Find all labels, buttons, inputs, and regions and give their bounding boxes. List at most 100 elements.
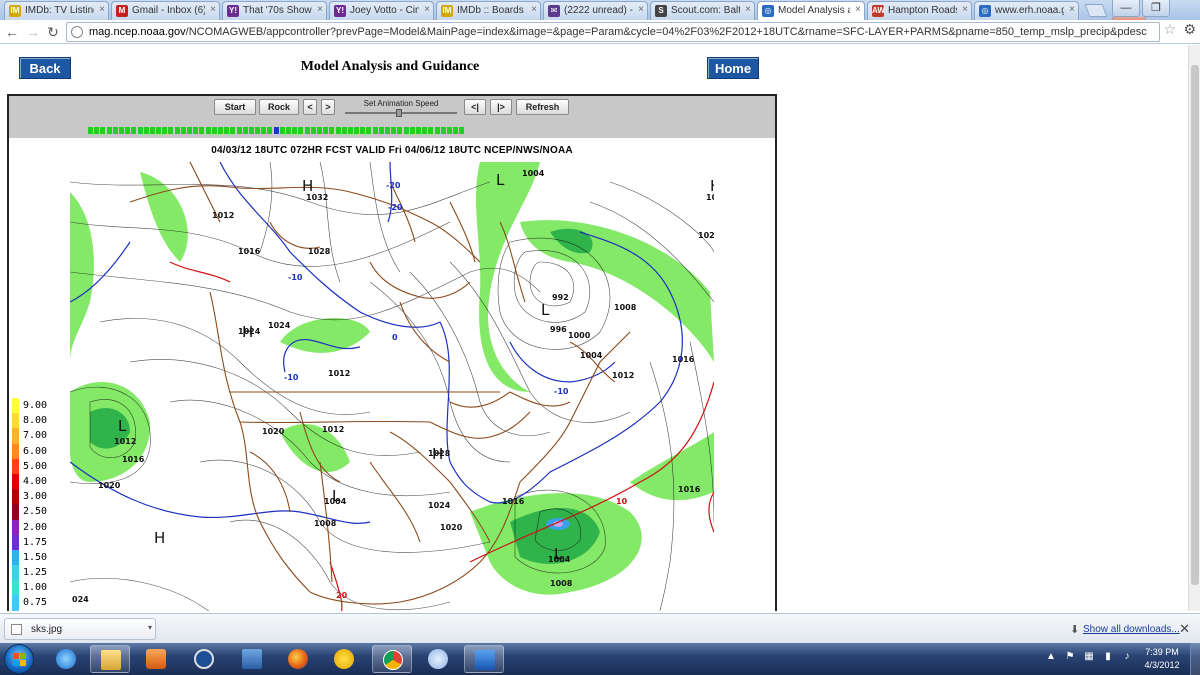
taskbar-explorer[interactable] [90,645,130,673]
frame-indicator[interactable] [273,127,279,134]
new-tab-button[interactable] [1084,4,1108,17]
wrench-menu-icon[interactable]: ⚙ [1183,21,1196,38]
back-button[interactable]: Back [19,57,71,79]
frame-indicator[interactable] [440,127,446,134]
frame-indicator[interactable] [224,127,230,134]
frame-indicator[interactable] [205,127,211,134]
frame-indicator[interactable] [156,127,162,134]
tab-close-icon[interactable]: × [424,4,430,15]
tab-close-icon[interactable]: × [531,4,537,15]
taskbar-paint[interactable] [418,645,458,673]
flag-icon[interactable]: ⚑ [1063,651,1077,665]
network-icon[interactable]: ▦ [1082,651,1096,665]
browser-tab[interactable]: IM IMDb: TV Listings × [4,1,109,20]
frame-indicator[interactable] [286,127,291,134]
taskbar-hp[interactable] [184,645,224,673]
animation-speed-slider[interactable]: Set Animation Speed [345,99,457,117]
frame-indicator[interactable] [174,127,180,134]
browser-tab[interactable]: S Scout.com: Baltim × [650,1,755,20]
taskbar-clock[interactable]: 7:39 PM 4/3/2012 [1138,646,1186,672]
frame-indicator[interactable] [279,127,285,134]
frame-indicator[interactable] [391,127,397,134]
frame-indicator[interactable] [292,127,298,134]
browser-tab[interactable]: Y! That '70s Show' × [222,1,327,20]
refresh-button[interactable]: Refresh [516,99,569,115]
browser-tab[interactable]: M Gmail - Inbox (6) × [111,1,220,20]
frame-indicator[interactable] [162,127,168,134]
frame-indicator[interactable] [428,127,434,134]
tab-close-icon[interactable]: × [99,4,105,15]
frame-indicator[interactable] [193,127,199,134]
frame-indicator[interactable] [341,127,347,134]
address-bar[interactable]: mag.ncep.noaa.gov/NCOMAGWEB/appcontrolle… [66,22,1160,42]
taskbar-chrome[interactable] [372,645,412,673]
last-frame-button[interactable]: |> [490,99,512,115]
browser-tab[interactable]: ◎ Model Analysis ar × [757,1,865,21]
frame-indicator[interactable] [323,127,329,134]
download-item[interactable]: sks.jpg ▾ [4,618,156,640]
frame-indicator[interactable] [298,127,304,134]
frame-indicator[interactable] [366,127,372,134]
tab-close-icon[interactable]: × [638,4,644,15]
frame-indicator[interactable] [267,127,273,134]
frame-indicator[interactable] [459,127,465,134]
frame-indicator[interactable] [378,127,384,134]
frame-indicator[interactable] [94,127,100,134]
close-icon[interactable]: ✕ [1179,621,1190,637]
maximize-button[interactable]: ❐ [1142,0,1170,17]
speed-knob[interactable] [396,109,402,117]
frame-indicator[interactable] [230,127,236,134]
next-frame-button[interactable]: > [321,99,335,115]
taskbar-aim[interactable] [324,645,364,673]
frame-indicator[interactable] [248,127,254,134]
frame-indicator[interactable] [434,127,440,134]
frame-indicator[interactable] [329,127,335,134]
frame-indicator[interactable] [415,127,421,134]
browser-tab[interactable]: IM IMDb :: Boards :: × [436,1,541,20]
frame-indicator[interactable] [168,127,174,134]
taskbar-ie[interactable] [46,645,86,673]
tab-close-icon[interactable]: × [210,4,216,15]
frame-indicator[interactable] [137,127,143,134]
minimize-button[interactable]: — [1112,0,1140,17]
frame-indicator[interactable] [310,127,316,134]
signal-icon[interactable]: ▮ [1101,651,1115,665]
frame-indicator[interactable] [385,127,390,134]
reload-icon[interactable]: ↻ [44,23,62,41]
chevron-down-icon[interactable]: ▾ [148,623,152,632]
rock-button[interactable]: Rock [259,99,299,115]
frame-indicator[interactable] [360,127,366,134]
frame-indicator[interactable] [372,127,378,134]
frame-indicator[interactable] [217,127,223,134]
taskbar-media-player[interactable] [136,645,176,673]
frame-indicator[interactable] [88,127,93,134]
frame-indicator[interactable] [304,127,310,134]
home-button[interactable]: Home [707,57,759,79]
frame-indicator[interactable] [403,127,409,134]
tab-close-icon[interactable]: × [1069,4,1075,15]
browser-tab[interactable]: AWHampton Roads C × [867,1,972,20]
frame-indicator[interactable] [131,127,137,134]
frame-indicator[interactable] [261,127,267,134]
frame-indicator[interactable] [149,127,155,134]
frame-indicator[interactable] [180,127,186,134]
frame-indicator[interactable] [347,127,353,134]
first-frame-button[interactable]: <| [464,99,486,115]
frame-indicator[interactable] [118,127,124,134]
taskbar-check[interactable] [232,645,272,673]
url-text[interactable]: mag.ncep.noaa.gov/NCOMAGWEB/appcontrolle… [89,26,1155,38]
frame-indicator[interactable] [236,127,242,134]
frame-indicator[interactable] [316,127,322,134]
frame-indicator[interactable] [242,127,248,134]
browser-tab[interactable]: Y! Joey Votto - Cinci × [329,1,434,20]
frame-indicator[interactable] [143,127,149,134]
start-button[interactable]: Start [214,99,256,115]
back-arrow-icon[interactable]: ← [3,23,21,41]
browser-tab[interactable]: ◎ www.erh.noaa.go × [974,1,1079,20]
frame-indicator[interactable] [199,127,205,134]
frame-indicator[interactable] [409,127,415,134]
frame-indicator[interactable] [112,127,118,134]
frame-indicator[interactable] [255,127,261,134]
taskbar-app[interactable] [464,645,504,673]
prev-frame-button[interactable]: < [303,99,317,115]
